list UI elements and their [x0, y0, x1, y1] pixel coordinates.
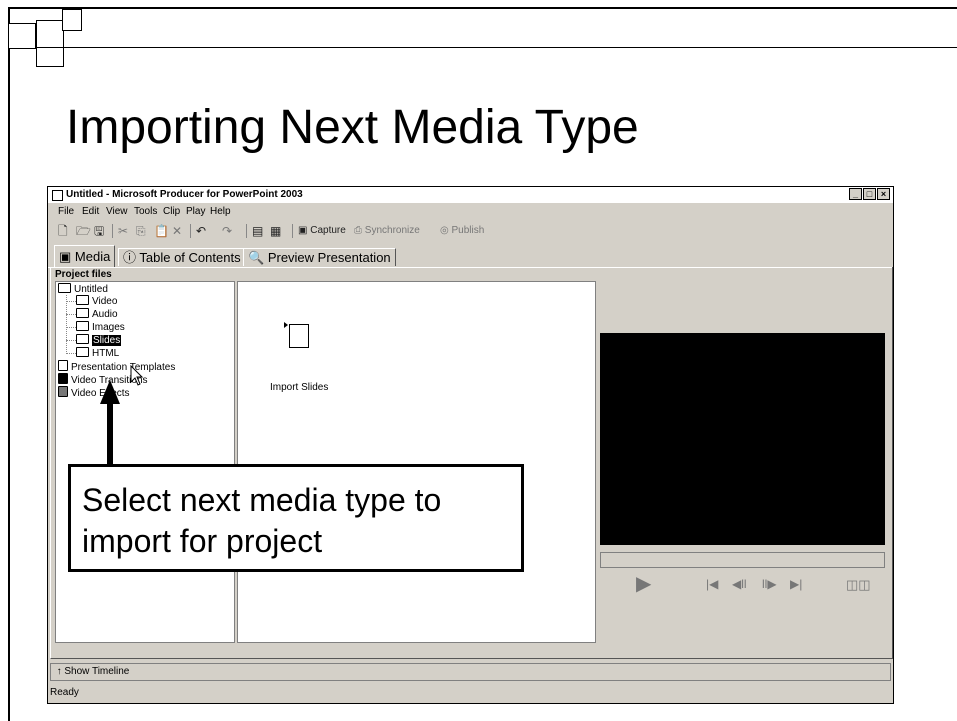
menu-help[interactable]: Help — [210, 204, 231, 220]
status-bar: Ready — [50, 686, 891, 700]
slide-rule-left — [8, 7, 10, 721]
import-slides-icon[interactable] — [289, 324, 309, 348]
timeline-arrow-icon: ↑ — [56, 666, 62, 677]
new-icon[interactable]: 🗋 — [58, 223, 68, 239]
tab-strip: ▣ Media ⓘ Table of Contents 🔍 Preview Pr… — [48, 243, 893, 268]
decor-square — [36, 20, 64, 48]
title-bar: Untitled - Microsoft Producer for PowerP… — [48, 187, 893, 203]
rewind-icon[interactable]: ◀ll — [732, 577, 747, 591]
media-content-pane: Import Slides — [237, 281, 596, 643]
view-layout-icon[interactable]: ▦ — [270, 223, 281, 239]
play-indicator-icon — [284, 322, 288, 328]
callout-arrow-shaft — [107, 403, 113, 464]
callout-arrow-head — [100, 380, 120, 404]
menu-tools[interactable]: Tools — [134, 204, 157, 220]
import-slides-label[interactable]: Import Slides — [270, 382, 328, 393]
callout-line-1: Select next media type to — [82, 482, 442, 518]
video-preview — [600, 333, 885, 545]
slide-title: Importing Next Media Type — [66, 101, 639, 154]
play-icon[interactable]: ▶ — [636, 571, 651, 596]
next-icon[interactable]: ▶| — [790, 577, 802, 591]
decor-square — [62, 9, 82, 31]
menu-view[interactable]: View — [106, 204, 128, 220]
close-button[interactable]: × — [877, 188, 890, 200]
app-icon — [52, 190, 63, 201]
seek-bar[interactable] — [600, 552, 885, 568]
minimize-button[interactable]: _ — [849, 188, 862, 200]
tree-folder-video[interactable]: Video — [76, 295, 117, 308]
project-files-label: Project files — [55, 269, 112, 280]
undo-icon[interactable]: ↶ — [196, 223, 206, 239]
tab-preview-presentation[interactable]: 🔍 Preview Presentation — [243, 248, 396, 266]
slide-rule-top — [8, 7, 957, 9]
tree-folder-slides[interactable]: Slides — [76, 334, 122, 347]
synchronize-button[interactable]: ⎙ Synchronize — [354, 223, 420, 239]
menu-edit[interactable]: Edit — [82, 204, 99, 220]
slide-rule-second — [36, 47, 957, 48]
copy-icon[interactable]: ⎘ — [136, 223, 146, 239]
fast-forward-icon[interactable]: ll▶ — [762, 577, 777, 591]
callout-box: Select next media type to import for pro… — [68, 464, 524, 572]
tab-media[interactable]: ▣ Media — [54, 245, 116, 267]
show-timeline-label: Show Timeline — [64, 666, 130, 677]
tree-folder-html[interactable]: HTML — [76, 347, 119, 360]
tree-presentation-templates[interactable]: Presentation Templates — [58, 360, 175, 373]
decor-square — [36, 47, 64, 67]
decor-square — [8, 23, 36, 49]
tree-folder-images[interactable]: Images — [76, 321, 125, 334]
producer-window: Untitled - Microsoft Producer for PowerP… — [47, 186, 894, 704]
window-title: Untitled - Microsoft Producer for PowerP… — [66, 189, 303, 200]
save-icon[interactable]: 🖫 — [94, 223, 104, 239]
menu-bar: File Edit View Tools Clip Play Help — [48, 204, 893, 220]
menu-file[interactable]: File — [58, 204, 74, 220]
previous-icon[interactable]: |◀ — [706, 577, 718, 591]
menu-play[interactable]: Play — [186, 204, 205, 220]
split-icon[interactable]: ◫◫ — [846, 577, 871, 593]
show-timeline-bar[interactable]: ↑ Show Timeline — [50, 663, 891, 681]
cut-icon[interactable]: ✂ — [118, 223, 128, 239]
capture-button[interactable]: ▣ Capture — [298, 223, 346, 239]
callout-line-2: import for project — [82, 523, 323, 559]
maximize-button[interactable]: □ — [863, 188, 876, 200]
redo-icon[interactable]: ↷ — [222, 223, 232, 239]
paste-icon[interactable]: 📋 — [154, 223, 169, 239]
toolbar: 🗋 🗁 🖫 ✂ ⎘ 📋 ✕ ↶ ↷ ▤ ▦ ▣ Capture ⎙ Synchr… — [48, 221, 893, 241]
open-icon[interactable]: 🗁 — [76, 223, 91, 239]
tab-table-of-contents[interactable]: ⓘ Table of Contents — [118, 248, 246, 266]
tree-folder-audio[interactable]: Audio — [76, 308, 118, 321]
project-tree: Untitled Video Audio Images Slides HTML … — [55, 281, 235, 643]
status-text: Ready — [50, 687, 79, 698]
menu-clip[interactable]: Clip — [163, 204, 180, 220]
properties-icon[interactable]: ▤ — [252, 223, 263, 239]
publish-button[interactable]: ◎ Publish — [440, 223, 484, 239]
mouse-cursor-icon — [130, 365, 144, 386]
delete-icon[interactable]: ✕ — [172, 223, 182, 239]
